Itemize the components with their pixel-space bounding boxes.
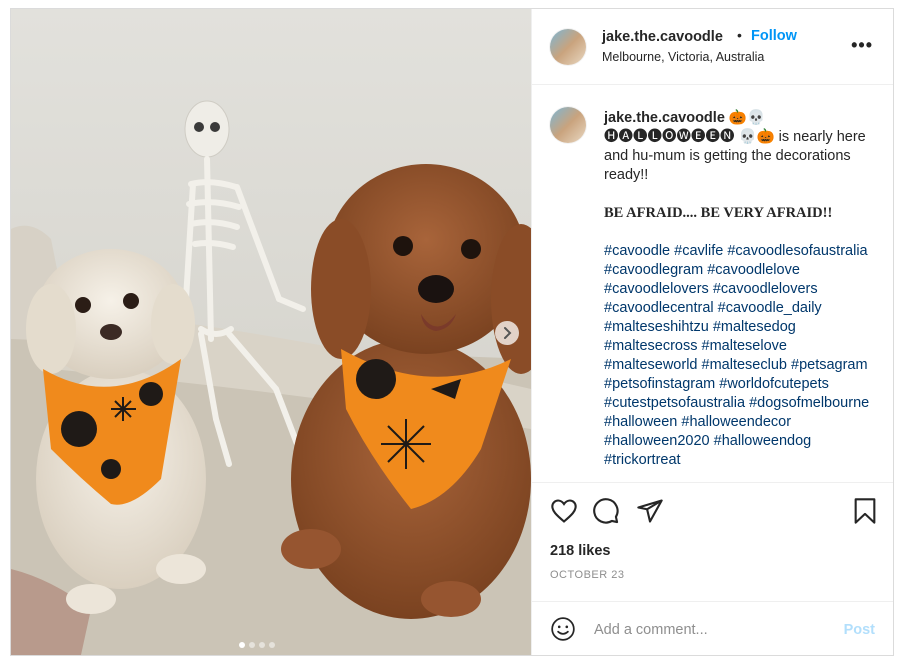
speech-bubble-icon (593, 498, 619, 524)
avatar[interactable] (550, 29, 586, 65)
share-button[interactable] (636, 497, 664, 530)
like-button[interactable] (550, 497, 578, 530)
caption-scroll-area[interactable]: jake.the.cavoodle 🎃💀 🅗🅐🅛🅛🅞🅦🅔🅔🅝 💀🎃 is nea… (532, 85, 893, 481)
instagram-post-card: jake.the.cavoodle • Follow Melbourne, Vi… (10, 8, 894, 656)
carousel-dot (239, 642, 245, 648)
comment-box: Post (532, 601, 893, 656)
emoji-button[interactable] (550, 616, 576, 647)
hashtag-link[interactable]: #halloween2020 (604, 433, 710, 449)
paper-plane-icon (637, 499, 663, 523)
hashtag-link[interactable]: #cavoodle (604, 243, 670, 259)
smiley-icon (551, 617, 575, 641)
location-link[interactable]: Melbourne, Victoria, Australia (602, 50, 764, 64)
carousel-next-button[interactable] (495, 321, 519, 345)
post-photo-illustration (11, 9, 531, 655)
more-options-icon[interactable]: ••• (851, 35, 873, 56)
hashtag-link[interactable]: #cavoodle_daily (718, 300, 822, 316)
post-photo[interactable] (11, 9, 531, 655)
hashtag-list: #cavoodle #cavlife #cavoodlesofaustralia… (604, 242, 884, 470)
hashtag-link[interactable]: #maltesecross (604, 338, 697, 354)
hashtag-link[interactable]: #cavlife (674, 243, 723, 259)
hashtag-link[interactable]: #cavoodlesofaustralia (727, 243, 867, 259)
likes-count[interactable]: 218 likes (550, 543, 610, 559)
hashtag-link[interactable]: #malteselove (702, 338, 787, 354)
hashtag-link[interactable]: #cavoodlegram (604, 262, 703, 278)
caption-user-emoji: 🎃💀 (728, 110, 766, 126)
hashtag-link[interactable]: #maltesedog (713, 319, 796, 335)
follow-button[interactable]: Follow (751, 28, 797, 44)
hashtag-link[interactable]: #cavoodlelove (707, 262, 800, 278)
comment-input[interactable] (592, 616, 836, 644)
hashtag-link[interactable]: #halloweendog (714, 433, 812, 449)
hashtag-link[interactable]: #cavoodlecentral (604, 300, 714, 316)
caption: jake.the.cavoodle 🎃💀 🅗🅐🅛🅛🅞🅦🅔🅔🅝 💀🎃 is nea… (604, 109, 884, 470)
caption-afraid-line: BE AFRAID.... BE VERY AFRAID!! (604, 205, 833, 221)
bookmark-icon (854, 498, 876, 524)
hashtag-link[interactable]: #worldofcutepets (719, 376, 829, 392)
halloween-word: 🅗🅐🅛🅛🅞🅦🅔🅔🅝 (604, 129, 735, 145)
hashtag-link[interactable]: #halloween (604, 414, 677, 430)
hashtag-link[interactable]: #dogsofmelbourne (749, 395, 869, 411)
caption-username[interactable]: jake.the.cavoodle (604, 110, 725, 126)
hashtag-link[interactable]: #halloweendecor (681, 414, 791, 430)
hashtag-link[interactable]: #malteseclub (702, 357, 787, 373)
header-username[interactable]: jake.the.cavoodle (602, 29, 723, 45)
carousel-dot (269, 642, 275, 648)
carousel-dots (239, 635, 279, 653)
hashtag-link[interactable]: #malteseworld (604, 357, 698, 373)
caption-emoji: 💀🎃 (738, 129, 775, 145)
hashtag-link[interactable]: #trickortreat (604, 452, 681, 468)
hashtag-link[interactable]: #cavoodlelovers (713, 281, 818, 297)
action-bar: 218 likes OCTOBER 23 (532, 482, 893, 603)
hashtag-link[interactable]: #cutestpetsofaustralia (604, 395, 745, 411)
hashtag-link[interactable]: #petsofinstagram (604, 376, 715, 392)
comment-button[interactable] (592, 497, 620, 530)
carousel-dot (249, 642, 255, 648)
chevron-right-icon (504, 327, 512, 339)
post-button[interactable]: Post (844, 622, 875, 638)
post-sidebar: jake.the.cavoodle • Follow Melbourne, Vi… (531, 9, 893, 655)
hashtag-link[interactable]: #malteseshihtzu (604, 319, 709, 335)
hashtag-link[interactable]: #petsagram (791, 357, 868, 373)
caption-avatar[interactable] (550, 107, 586, 143)
carousel-dot (259, 642, 265, 648)
hashtag-link[interactable]: #cavoodlelovers (604, 281, 709, 297)
heart-icon (551, 499, 577, 523)
post-date[interactable]: OCTOBER 23 (550, 569, 625, 581)
post-header: jake.the.cavoodle • Follow Melbourne, Vi… (532, 9, 893, 85)
separator-dot: • (737, 27, 742, 43)
save-button[interactable] (851, 497, 879, 530)
